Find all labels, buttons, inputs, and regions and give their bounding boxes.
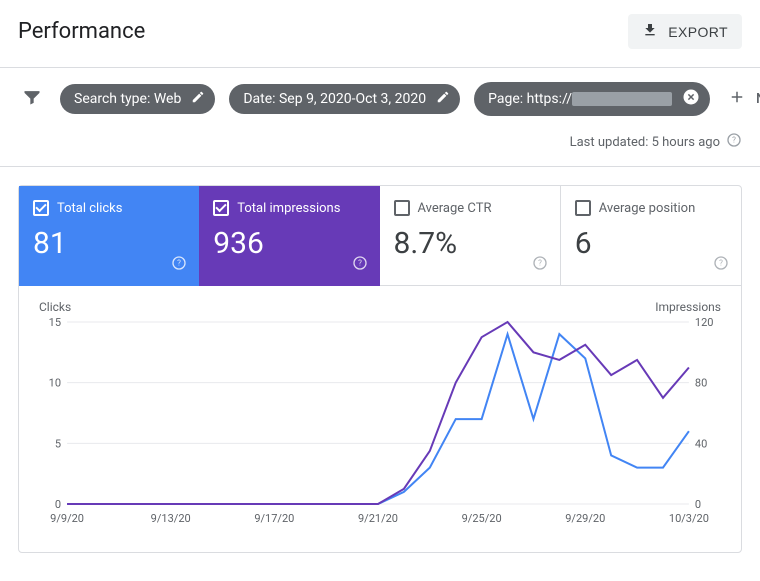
redacted-url (572, 92, 672, 106)
chip-date-range-label: Date: Sep 9, 2020-Oct 3, 2020 (243, 91, 426, 107)
new-label: NEW (756, 91, 760, 107)
svg-text:?: ? (538, 259, 542, 268)
metric-total-clicks[interactable]: Total clicks 81 ? (19, 186, 199, 286)
metric-value: 6 (575, 226, 727, 261)
help-icon[interactable]: ? (532, 255, 548, 275)
metric-average-ctr[interactable]: Average CTR 8.7% ? (380, 186, 561, 286)
svg-text:?: ? (358, 259, 362, 268)
svg-text:?: ? (177, 259, 181, 268)
left-axis-label: Clicks (39, 300, 71, 314)
help-icon[interactable]: ? (352, 255, 368, 275)
pencil-icon (191, 90, 205, 108)
right-axis-label: Impressions (655, 300, 721, 314)
chip-search-type[interactable]: Search type: Web (60, 84, 215, 114)
svg-text:9/9/20: 9/9/20 (50, 512, 84, 525)
performance-panel: Total clicks 81 ? Total impressions 936 … (18, 185, 742, 553)
metric-label: Total clicks (57, 201, 122, 216)
metric-label: Average position (599, 201, 696, 216)
filter-bar: Search type: Web Date: Sep 9, 2020-Oct 3… (0, 68, 760, 122)
add-filter-button[interactable]: NEW (724, 82, 760, 116)
svg-text:40: 40 (695, 437, 707, 450)
metric-total-impressions[interactable]: Total impressions 936 ? (199, 186, 379, 286)
checkbox-icon (575, 200, 591, 216)
svg-text:10/3/20: 10/3/20 (669, 512, 709, 525)
metric-label: Total impressions (237, 201, 340, 216)
checkbox-icon (394, 200, 410, 216)
chip-page-label: Page: https:// (488, 91, 672, 107)
chip-date-range[interactable]: Date: Sep 9, 2020-Oct 3, 2020 (229, 84, 460, 114)
close-icon[interactable] (682, 88, 700, 110)
svg-text:0: 0 (55, 498, 61, 511)
svg-text:9/29/20: 9/29/20 (565, 512, 605, 525)
performance-chart: 0 5 10 15 0 40 80 120 9/9/20 9/13/20 9/17/20 9/21/2… (39, 318, 721, 528)
last-updated-text: Last updated: 5 hours ago (570, 135, 720, 150)
plus-icon (728, 88, 746, 110)
svg-text:5: 5 (55, 437, 61, 450)
help-icon[interactable]: ? (713, 255, 729, 275)
metric-cards: Total clicks 81 ? Total impressions 936 … (19, 186, 741, 286)
help-icon[interactable]: ? (171, 255, 187, 275)
svg-text:120: 120 (695, 318, 714, 329)
svg-text:?: ? (732, 136, 736, 145)
svg-text:9/13/20: 9/13/20 (151, 512, 191, 525)
svg-text:9/25/20: 9/25/20 (462, 512, 502, 525)
chip-search-type-label: Search type: Web (74, 91, 181, 107)
metric-label: Average CTR (418, 201, 492, 216)
export-label: EXPORT (668, 24, 728, 40)
filter-icon[interactable] (18, 83, 46, 115)
svg-text:15: 15 (49, 318, 61, 329)
page-title: Performance (18, 19, 145, 44)
metric-value: 936 (213, 226, 365, 261)
svg-text:10: 10 (49, 377, 61, 390)
svg-text:?: ? (719, 259, 723, 268)
metric-average-position[interactable]: Average position 6 ? (561, 186, 741, 286)
metric-value: 81 (33, 226, 185, 261)
svg-text:9/21/20: 9/21/20 (358, 512, 398, 525)
svg-text:9/17/20: 9/17/20 (254, 512, 294, 525)
chip-page-filter[interactable]: Page: https:// (474, 82, 710, 116)
svg-text:0: 0 (695, 498, 701, 511)
checkbox-icon (33, 200, 49, 216)
svg-text:80: 80 (695, 377, 707, 390)
help-icon[interactable]: ? (726, 132, 742, 152)
download-icon (642, 22, 658, 41)
pencil-icon (436, 90, 450, 108)
export-button[interactable]: EXPORT (628, 14, 742, 49)
metric-value: 8.7% (394, 226, 546, 261)
checkbox-icon (213, 200, 229, 216)
